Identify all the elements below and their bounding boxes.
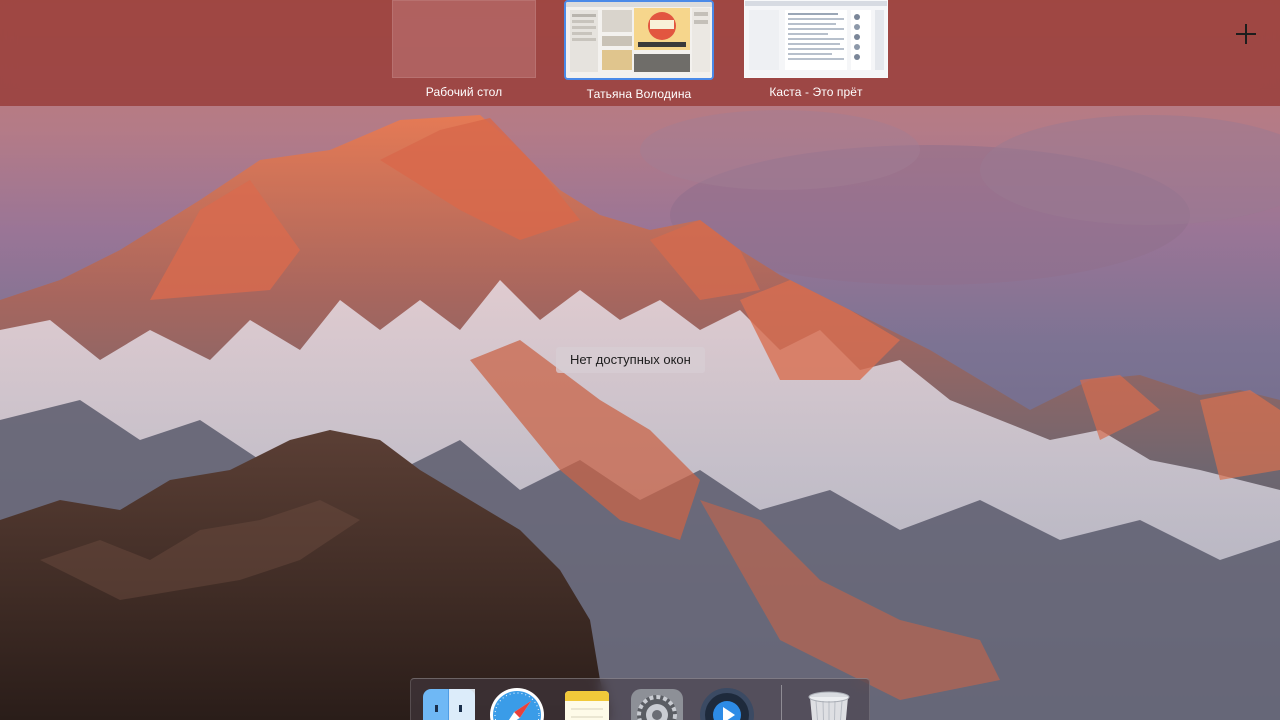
trash-icon [808, 691, 850, 720]
quicktime-icon [700, 688, 754, 720]
space-browser-thumbnail[interactable] [564, 0, 714, 80]
dock-item-safari[interactable] [489, 687, 547, 720]
space-desktop[interactable]: Рабочий стол [391, 0, 537, 99]
space-vk-thumbnail[interactable] [744, 0, 888, 78]
no-windows-message: Нет доступных окон [556, 347, 705, 373]
add-space-button[interactable] [1230, 18, 1262, 50]
dock-separator [781, 685, 782, 720]
safari-icon [490, 688, 544, 720]
space-desktop-thumbnail[interactable] [392, 0, 536, 78]
finder-icon [423, 689, 475, 720]
browser-window-preview [566, 2, 712, 78]
space-label: Татьяна Володина [586, 87, 692, 101]
dock-item-notes[interactable] [559, 687, 617, 720]
dock-item-finder[interactable] [421, 687, 479, 720]
dock [410, 678, 870, 720]
space-browser-window[interactable]: Татьяна Володина [564, 0, 714, 101]
spaces-bar: Рабочий стол Татьяна Володина Каста - Эт… [0, 0, 1280, 106]
vk-window-preview [745, 1, 887, 77]
space-label: Рабочий стол [425, 85, 503, 99]
system-preferences-icon [631, 689, 683, 720]
space-label: Каста - Это прёт [769, 85, 863, 99]
notes-icon [565, 691, 609, 720]
mission-control-screen: Рабочий стол Татьяна Володина Каста - Эт… [0, 0, 1280, 720]
dock-item-system-preferences[interactable] [629, 687, 687, 720]
space-vk-window[interactable]: Каста - Это прёт [743, 0, 889, 99]
dock-item-quicktime[interactable] [699, 687, 757, 720]
dock-item-trash[interactable] [801, 687, 859, 720]
